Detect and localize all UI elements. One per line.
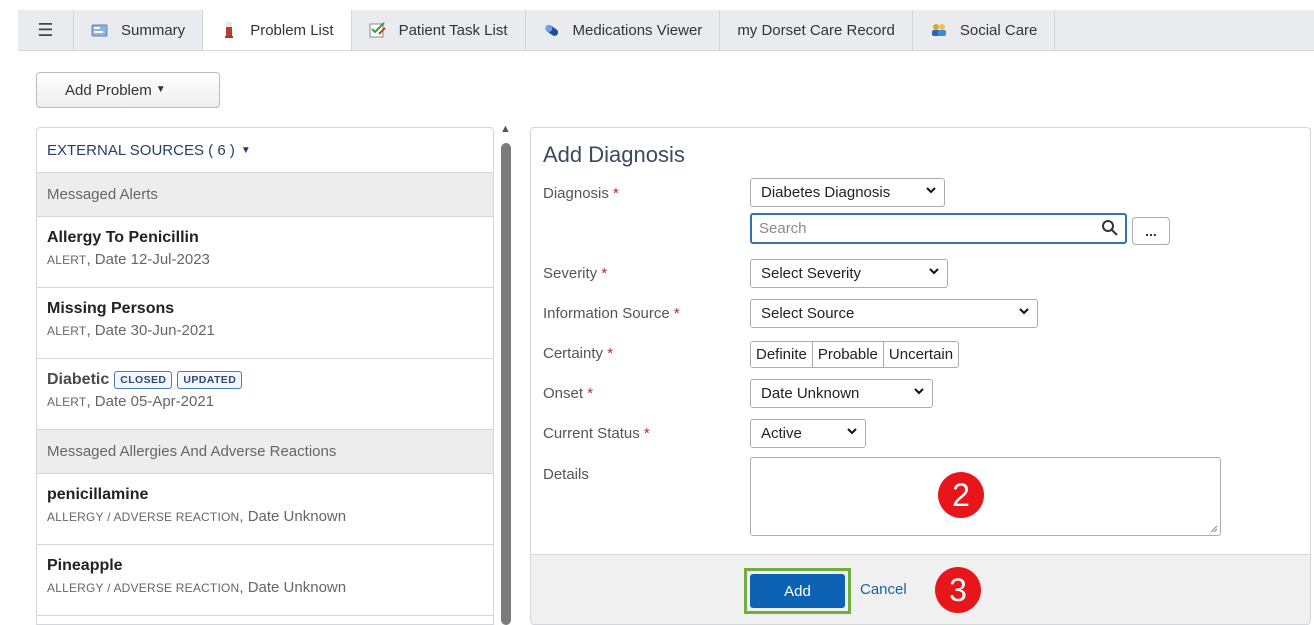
item-title: penicillamine (47, 486, 149, 503)
tab-problem-list[interactable]: Problem List (203, 10, 352, 50)
details-label: Details (543, 466, 589, 483)
tab-bar: ☰ Summary Problem List Patient Task List… (18, 10, 1314, 51)
certainty-segmented-control: Definite Probable Uncertain (750, 341, 960, 368)
tab-label: Medications Viewer (572, 21, 703, 39)
list-item[interactable]: Missing Persons ALERT, Date 30-Jun-2021 (37, 288, 493, 359)
form-footer: Add Cancel (531, 554, 1310, 624)
tab-label: Social Care (959, 21, 1038, 39)
information-source-label: Information Source * (543, 305, 680, 322)
diagnosis-search-input[interactable]: Search (750, 213, 1127, 244)
left-panel-scrollbar[interactable]: ▲ (499, 123, 513, 625)
tab-label: Problem List (250, 21, 334, 39)
more-options-button[interactable]: ... (1132, 217, 1170, 245)
closed-badge: CLOSED (114, 371, 173, 389)
severity-select[interactable]: Select Severity (750, 259, 948, 288)
add-button[interactable]: Add (750, 574, 845, 608)
onset-label: Onset * (543, 385, 594, 402)
group-title: Messaged Alerts (47, 186, 158, 203)
item-title: Pineapple (47, 557, 123, 574)
group-title: Messaged Allergies And Adverse Reactions (47, 443, 337, 460)
list-item[interactable]: Allergy To Penicillin ALERT, Date 12-Jul… (37, 217, 493, 288)
certainty-probable-button[interactable]: Probable (812, 342, 884, 367)
certainty-uncertain-button[interactable]: Uncertain (883, 342, 959, 367)
item-subtitle: ALLERGY / ADVERSE REACTION, Date Unknown (47, 508, 347, 525)
scrollbar-thumb[interactable] (501, 143, 511, 625)
task-list-icon (369, 22, 386, 38)
list-item[interactable]: Diabetic CLOSED UPDATED ALERT, Date 05-A… (37, 359, 493, 430)
current-status-label: Current Status * (543, 425, 650, 442)
tab-label: my Dorset Care Record (737, 21, 895, 39)
severity-label: Severity * (543, 265, 608, 282)
item-title: Diabetic (47, 371, 110, 388)
source-value: Select Source (761, 305, 855, 322)
details-textarea[interactable] (750, 457, 1221, 536)
certainty-definite-button[interactable]: Definite (751, 342, 813, 367)
item-subtitle: ALERT, Date 30-Jun-2021 (47, 322, 215, 339)
problem-list-icon (225, 22, 234, 38)
tab-label: Summary (121, 21, 186, 39)
certainty-label: Certainty * (543, 345, 614, 362)
add-button-highlight: Add (744, 568, 851, 614)
group-header-allergies: Messaged Allergies And Adverse Reactions (37, 430, 493, 474)
current-status-select[interactable]: Active (750, 419, 866, 448)
tab-patient-task-list[interactable]: Patient Task List (352, 10, 526, 50)
status-value: Active (761, 425, 802, 442)
group-header-messaged-alerts: Messaged Alerts (37, 173, 493, 217)
onset-select[interactable]: Date Unknown (750, 379, 933, 408)
diagnosis-label: Diagnosis * (543, 185, 619, 202)
item-subtitle: ALLERGY / ADVERSE REACTION, Date Unknown (47, 579, 347, 596)
people-icon (931, 24, 946, 36)
panel-title: Add Diagnosis (543, 142, 685, 167)
updated-badge: UPDATED (177, 371, 243, 389)
caret-down-icon: ▼ (240, 144, 251, 156)
item-subtitle: ALERT, Date 05-Apr-2021 (47, 393, 215, 410)
step-marker-2: 2 (938, 472, 984, 518)
information-source-select[interactable]: Select Source (750, 299, 1038, 328)
list-item[interactable]: Pineapple ALLERGY / ADVERSE REACTION, Da… (37, 545, 493, 616)
item-subtitle: ALERT, Date 12-Jul-2023 (47, 251, 210, 268)
external-sources-toggle[interactable]: EXTERNAL SOURCES ( 6 ) ▼ (37, 128, 493, 173)
external-sources-count: ( 6 ) (208, 141, 235, 159)
pill-icon (544, 24, 558, 36)
scroll-up-arrow-icon[interactable]: ▲ (500, 123, 511, 135)
item-title: Allergy To Penicillin (47, 229, 199, 246)
add-diagnosis-panel: Add Diagnosis Diagnosis * Diabetes Diagn… (530, 127, 1311, 625)
add-problem-button[interactable]: Add Problem ▼ (36, 72, 220, 108)
chevron-down-icon (926, 187, 936, 194)
chevron-down-icon (914, 388, 924, 395)
onset-value: Date Unknown (761, 385, 860, 402)
tab-summary[interactable]: Summary (74, 10, 204, 50)
chevron-down-icon (929, 268, 939, 275)
caret-down-icon: ▼ (155, 83, 166, 95)
item-title: Missing Persons (47, 300, 175, 317)
chevron-down-icon (847, 428, 857, 435)
tab-social-care[interactable]: Social Care (913, 10, 1056, 50)
severity-value: Select Severity (761, 265, 862, 282)
resize-grip-icon[interactable] (1210, 525, 1218, 533)
tab-my-dorset-care-record[interactable]: my Dorset Care Record (720, 10, 913, 50)
cancel-link[interactable]: Cancel (860, 581, 907, 598)
tab-label: Patient Task List (398, 21, 508, 39)
add-problem-label: Add Problem (65, 81, 152, 99)
summary-icon (91, 24, 108, 37)
diagnosis-value: Diabetes Diagnosis (761, 184, 891, 201)
chevron-down-icon (1019, 308, 1029, 315)
step-marker-3: 3 (935, 567, 981, 613)
list-item[interactable]: penicillamine ALLERGY / ADVERSE REACTION… (37, 474, 493, 545)
item-title-row: Diabetic CLOSED UPDATED (47, 371, 483, 389)
search-icon[interactable] (1101, 219, 1119, 237)
menu-icon[interactable]: ☰ (18, 10, 74, 50)
diagnosis-select[interactable]: Diabetes Diagnosis (750, 178, 945, 207)
search-placeholder: Search (759, 220, 807, 237)
external-sources-label: EXTERNAL SOURCES (47, 141, 204, 159)
problem-list-panel: EXTERNAL SOURCES ( 6 ) ▼ Messaged Alerts… (36, 127, 494, 625)
tab-medications-viewer[interactable]: Medications Viewer (526, 10, 721, 50)
